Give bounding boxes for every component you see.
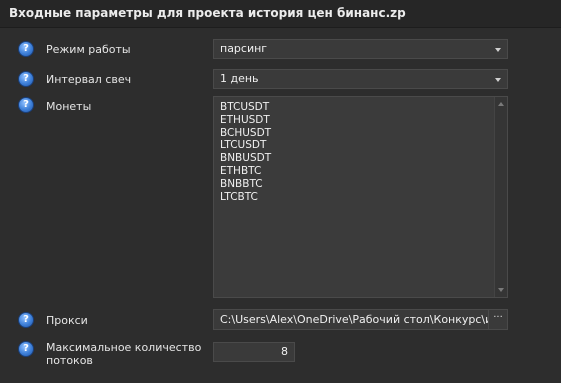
coins-label: Монеты xyxy=(46,100,92,113)
coin-line: ETHBTC xyxy=(220,164,262,177)
scroll-down-icon[interactable] xyxy=(498,288,504,292)
help-icon[interactable]: ? xyxy=(18,71,34,87)
coin-line: BNBUSDT xyxy=(220,152,272,165)
threads-label: Максимальное количество потоков xyxy=(46,341,202,367)
coin-line: LTCBTC xyxy=(220,190,258,203)
mode-label: Режим работы xyxy=(46,43,131,56)
coins-scrollbar[interactable] xyxy=(494,97,507,297)
interval-select-value: 1 день xyxy=(220,72,259,85)
coin-line: BTCUSDT xyxy=(220,101,270,113)
help-icon[interactable]: ? xyxy=(18,312,34,328)
help-icon[interactable]: ? xyxy=(18,41,34,57)
coin-line: BNBBTC xyxy=(220,177,263,190)
chevron-down-icon xyxy=(495,78,501,82)
help-icon[interactable]: ? xyxy=(18,97,34,113)
proxy-label: Прокси xyxy=(46,314,88,327)
coin-line: LTCUSDT xyxy=(220,139,267,152)
interval-select[interactable]: 1 день xyxy=(213,69,508,89)
coin-line: ETHUSDT xyxy=(220,113,270,126)
coins-textarea[interactable]: BTCUSDT ETHUSDT BCHUSDT LTCUSDT BNBUSDT … xyxy=(213,96,508,298)
proxy-path-value: C:\Users\Alex\OneDrive\Рабочий стол\Конк… xyxy=(220,313,488,326)
mode-select-value: парсинг xyxy=(220,42,268,55)
coin-line: BCHUSDT xyxy=(220,126,272,139)
proxy-field[interactable]: C:\Users\Alex\OneDrive\Рабочий стол\Конк… xyxy=(213,309,508,330)
scroll-up-icon[interactable] xyxy=(498,102,504,106)
panel-title: Входные параметры для проекта история це… xyxy=(0,0,561,28)
mode-select[interactable]: парсинг xyxy=(213,39,508,59)
browse-button[interactable]: ··· xyxy=(488,310,507,329)
help-icon[interactable]: ? xyxy=(18,341,34,357)
threads-input[interactable]: 8 xyxy=(213,342,295,362)
chevron-down-icon xyxy=(495,48,501,52)
interval-label: Интервал свеч xyxy=(46,73,132,86)
